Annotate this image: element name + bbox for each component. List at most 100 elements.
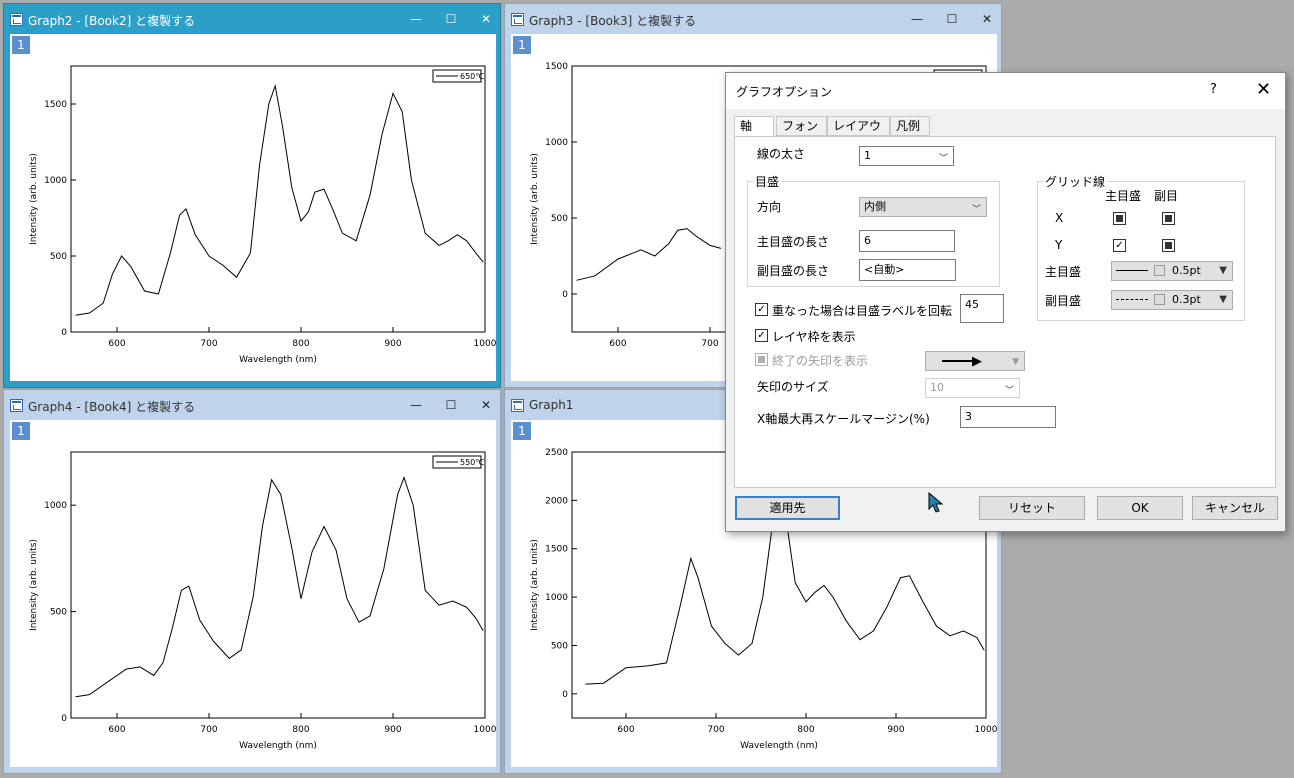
graph4-window[interactable]: Graph4 - [Book4] と複製する — ☐ ✕ 1 600 700 800… [3, 389, 501, 774]
grid-x-label: X [1055, 211, 1064, 225]
plot-area[interactable]: 600 700 800 900 1000 0 500 1000 Wavelength (nm) I… [10, 420, 496, 767]
reset-button[interactable]: リセット [979, 496, 1085, 520]
x-tick-label: 900 [887, 725, 904, 735]
tab-layout[interactable]: レイアウト [827, 116, 890, 151]
maximize-button[interactable]: ☐ [439, 8, 463, 30]
series-line [75, 83, 484, 316]
show-end-arrow-checkbox[interactable] [755, 353, 768, 366]
line-width-select[interactable]: 1 ﹀ [859, 146, 954, 166]
axis-tab-panel: 線の太さ 1 ﹀ 目盛 方向 内側 ﹀ 主目盛の長さ 6 副目盛の長さ <自動>… [734, 136, 1276, 488]
maximize-button[interactable]: ☐ [439, 394, 463, 416]
rotate-labels-label: 重なった場合は目盛ラベルを回転 [772, 304, 953, 318]
x-tick-label: 700 [200, 725, 217, 735]
graph-page[interactable]: 1 600 700 800 900 1000 0 500 1000 Wavelength (nm… [10, 420, 496, 767]
minor-tick-length-input[interactable]: <自動> [859, 259, 956, 281]
graph-window-icon [10, 13, 23, 26]
dropdown-arrow-icon: ▼ [1012, 357, 1019, 367]
x-margin-input[interactable]: 3 [960, 406, 1056, 428]
grid-major-style-select[interactable]: 0.5pt ▼ [1111, 261, 1233, 281]
x-tick-label: 600 [108, 339, 125, 349]
graph-page[interactable]: 1 600 700 800 900 1000 0 500 1000 1500 Wavelength… [10, 34, 496, 381]
window-title: Graph2 - [Book2] と複製する [28, 14, 196, 28]
minimize-button[interactable]: — [404, 394, 428, 416]
arrow-size-select[interactable]: 10 ﹀ [925, 378, 1020, 398]
rotate-angle-input[interactable]: 45 [960, 294, 1004, 323]
y-tick-label: 1000 [44, 176, 67, 186]
legend-label: 650℃ [460, 72, 484, 81]
x-tick-label: 700 [200, 339, 217, 349]
y-tick-label: 1500 [44, 100, 67, 110]
x-tick-label: 600 [108, 725, 125, 735]
arrow-line-icon [942, 360, 976, 362]
x-tick-label: 1000 [474, 725, 496, 735]
title-bar[interactable]: Graph2 - [Book2] と複製する — ☐ ✕ [4, 4, 500, 34]
show-frame-label: レイヤ枠を表示 [772, 330, 856, 344]
plot-area[interactable]: 600 700 800 900 1000 0 500 1000 1500 Wavelength (… [10, 34, 496, 381]
grid-x-minor-checkbox[interactable] [1162, 212, 1175, 225]
dialog-close-button[interactable]: ✕ [1256, 79, 1271, 101]
color-swatch-icon [1154, 265, 1165, 276]
arrow-size-value: 10 [930, 381, 944, 394]
help-button[interactable]: ? [1210, 82, 1217, 97]
x-margin-label: X軸最大再スケールマージン(%) [757, 412, 930, 426]
dialog-title-bar[interactable]: グラフオプション ? ✕ [726, 73, 1285, 109]
y-tick-label: 2500 [545, 448, 568, 458]
series-line [576, 228, 722, 281]
arrow-style-select[interactable]: ▶ ▼ [925, 351, 1025, 371]
grid-y-major-checkbox[interactable]: ✓ [1113, 239, 1126, 252]
y-tick-label: 1000 [44, 501, 67, 511]
tab-axis[interactable]: 軸 [734, 116, 774, 137]
grid-minor-style-select[interactable]: 0.3pt ▼ [1111, 290, 1233, 310]
x-tick-label: 700 [707, 725, 724, 735]
x-tick-label: 800 [797, 725, 814, 735]
ok-button[interactable]: OK [1097, 496, 1183, 520]
y-axis-label: Intensity (arb. units) [530, 539, 540, 631]
grid-y-minor-checkbox[interactable] [1162, 239, 1175, 252]
line-width-label: 線の太さ [757, 147, 806, 161]
minimize-button[interactable]: — [905, 8, 929, 30]
show-frame-checkbox[interactable]: ✓ [755, 329, 768, 342]
graph2-window[interactable]: Graph2 - [Book2] と複製する — ☐ ✕ 1 600 700 800… [3, 3, 501, 388]
minimize-button[interactable]: — [404, 8, 428, 30]
rotate-labels-checkbox[interactable]: ✓ [755, 303, 768, 316]
direction-select[interactable]: 内側 ﹀ [859, 197, 987, 217]
mouse-cursor-icon [928, 492, 944, 513]
x-tick-label: 800 [292, 725, 309, 735]
tab-font[interactable]: フォント [776, 116, 827, 151]
series-line [75, 475, 484, 698]
close-button[interactable]: ✕ [975, 8, 999, 30]
window-title: Graph1 [529, 398, 574, 412]
dropdown-arrow-icon: ▼ [1219, 265, 1227, 276]
title-bar[interactable]: Graph3 - [Book3] と複製する — ☐ ✕ [505, 4, 1001, 34]
grid-x-major-checkbox[interactable] [1113, 212, 1126, 225]
tab-legend[interactable]: 凡例 [890, 116, 930, 136]
cancel-button[interactable]: キャンセル [1192, 496, 1278, 520]
gridlines-group-title: グリッド線 [1043, 173, 1108, 190]
arrow-head-icon: ▶ [972, 354, 982, 369]
grid-major-style-value: 0.5pt [1172, 264, 1201, 277]
title-bar[interactable]: Graph4 - [Book4] と複製する — ☐ ✕ [4, 390, 500, 420]
y-tick-label: 1000 [545, 138, 568, 148]
maximize-button[interactable]: ☐ [940, 8, 964, 30]
direction-value: 内側 [864, 200, 886, 213]
chevron-down-icon: ﹀ [971, 205, 981, 215]
grid-major-header: 主目盛 [1105, 189, 1142, 203]
close-button[interactable]: ✕ [474, 8, 498, 30]
x-axis-label: Wavelength (nm) [239, 355, 317, 365]
y-tick-label: 1500 [545, 545, 568, 555]
x-tick-label: 900 [384, 339, 401, 349]
y-tick-label: 2000 [545, 496, 568, 506]
y-axis-label: Intensity (arb. units) [29, 153, 39, 245]
graph-options-dialog[interactable]: グラフオプション ? ✕ 軸 フォント レイアウト 凡例 線の太さ 1 ﹀ 目盛… [725, 72, 1286, 532]
y-axis-label: Intensity (arb. units) [530, 153, 540, 245]
major-tick-length-input[interactable]: 6 [859, 230, 955, 252]
close-button[interactable]: ✕ [474, 394, 498, 416]
dashed-line-icon [1116, 299, 1148, 300]
x-tick-label: 1000 [975, 725, 997, 735]
x-tick-label: 700 [701, 339, 718, 349]
y-axis-label: Intensity (arb. units) [29, 539, 39, 631]
apply-to-button[interactable]: 適用先 [735, 496, 840, 520]
dropdown-arrow-icon: ▼ [1219, 294, 1227, 305]
y-tick-label: 1500 [545, 62, 568, 72]
color-swatch-icon [1154, 294, 1165, 305]
